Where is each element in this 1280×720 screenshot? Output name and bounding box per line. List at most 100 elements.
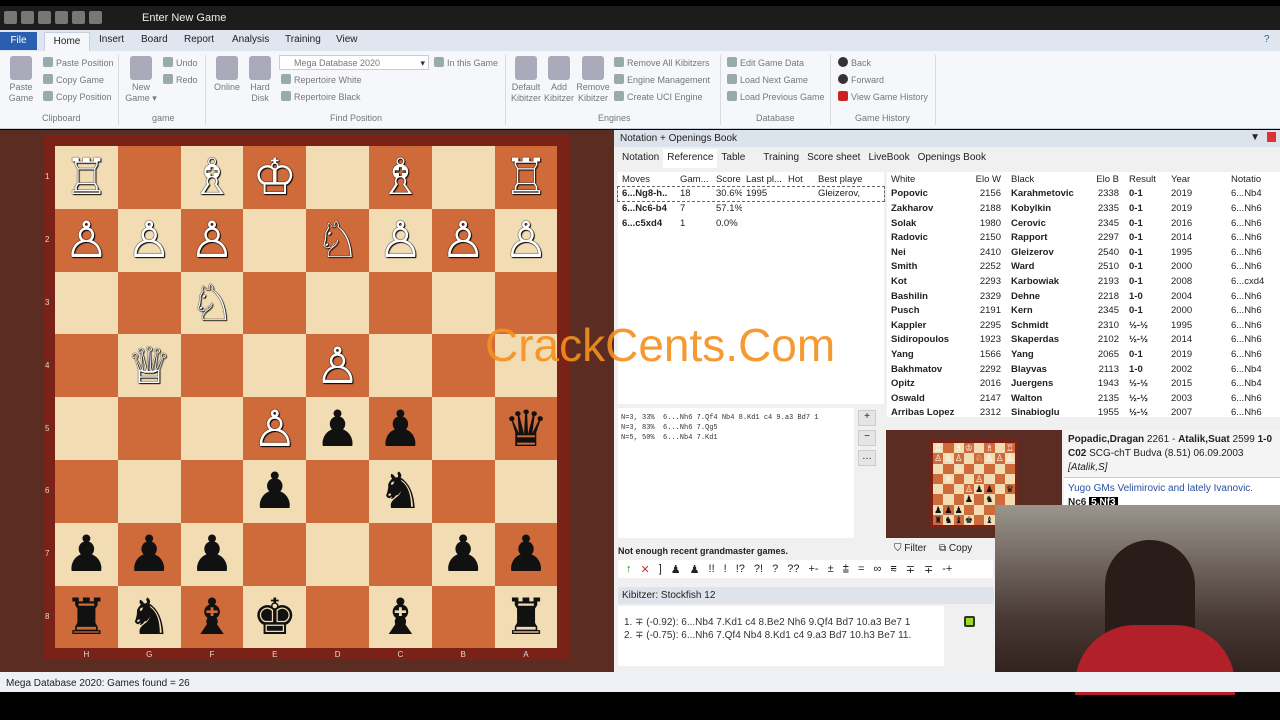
annotation-symbol-button[interactable]: ↑: [626, 563, 632, 575]
square-f8[interactable]: ♝ F: [180, 585, 244, 659]
black-pawn-icon[interactable]: ♟: [315, 404, 360, 454]
annotation-symbol-button[interactable]: ♟: [690, 563, 700, 576]
online-button[interactable]: Online: [211, 56, 243, 93]
close-icon[interactable]: [1267, 132, 1276, 142]
black-rook-icon[interactable]: ♜: [504, 592, 549, 642]
square-d5[interactable]: ♟: [306, 397, 369, 460]
white-bishop-icon[interactable]: ♗: [190, 152, 235, 202]
square-d3[interactable]: [306, 271, 369, 335]
column-header[interactable]: White: [887, 174, 967, 185]
annotation-symbol-button[interactable]: ]: [659, 563, 662, 575]
annotation-symbol-button[interactable]: ?!: [754, 563, 763, 575]
square-e8[interactable]: ♚ E: [243, 585, 307, 659]
square-c2[interactable]: ♙: [368, 208, 432, 272]
remove-all-kibitzers-button[interactable]: Remove All Kibitzers: [614, 57, 710, 68]
square-a1[interactable]: ♖: [494, 146, 558, 209]
square-b1[interactable]: [431, 146, 495, 209]
white-king-icon[interactable]: ♔: [252, 152, 297, 202]
square-h5[interactable]: 5: [45, 397, 118, 460]
annotation-symbol-button[interactable]: ?: [772, 563, 778, 575]
white-pawn-icon[interactable]: ♙: [378, 215, 423, 265]
black-pawn-icon[interactable]: ♟: [127, 529, 172, 579]
tab-reference[interactable]: Reference: [663, 149, 718, 168]
annotation-symbol-button[interactable]: !!: [709, 563, 715, 575]
table-row[interactable]: Bakhmatov 2292 Blayvas 2113 1-0 2002 6...Nb4: [887, 362, 1280, 377]
tab-score-sheet[interactable]: Score sheet: [803, 149, 864, 168]
column-header[interactable]: Last pl...: [742, 174, 784, 185]
view-game-history-button[interactable]: View Game History: [838, 91, 928, 102]
annotation-symbol-button[interactable]: ⩳: [890, 563, 896, 576]
column-header[interactable]: Elo B: [1087, 174, 1125, 185]
engine-status-icon[interactable]: [964, 616, 975, 627]
black-bishop-icon[interactable]: ♝: [190, 592, 235, 642]
table-row[interactable]: Kappler 2295 Schmidt 2310 ½-½ 1995 6...Nh6: [887, 318, 1280, 333]
white-pawn-icon[interactable]: ♙: [190, 215, 235, 265]
black-pawn-icon[interactable]: ♟: [190, 529, 235, 579]
undo-button[interactable]: Undo: [163, 57, 198, 68]
black-pawn-icon[interactable]: ♟: [441, 529, 486, 579]
table-row[interactable]: Popovic 2156 Karahmetovic 2338 0-1 2019 6...Nb…: [887, 187, 1280, 202]
square-e2[interactable]: [243, 208, 307, 272]
column-header[interactable]: Moves: [618, 174, 676, 185]
table-row[interactable]: Pusch 2191 Kern 2345 0-1 2000 6...Nh6: [887, 303, 1280, 318]
black-queen-icon[interactable]: ♛: [504, 404, 549, 454]
load-next-game-button[interactable]: Load Next Game: [727, 74, 808, 85]
black-knight-icon[interactable]: ♞: [378, 466, 423, 516]
repertoire-white-button[interactable]: Repertoire White: [281, 74, 362, 85]
table-row[interactable]: Sidiropoulos 1923 Skaperdas 2102 ½-½ 2014 6...…: [887, 333, 1280, 348]
quick-access-toolbar[interactable]: [4, 11, 102, 24]
white-knight-icon[interactable]: ♘: [315, 215, 360, 265]
tab-home[interactable]: Home: [44, 32, 90, 51]
square-d8[interactable]: D: [306, 585, 369, 659]
square-g2[interactable]: ♙: [117, 208, 181, 272]
table-row[interactable]: Arribas Lopez 2312 Sinabioglu 1955 ½-½ 2007 6.…: [887, 406, 1280, 417]
dropdown-icon[interactable]: ▼: [1250, 132, 1260, 143]
in-this-game-button[interactable]: In this Game: [434, 57, 498, 68]
table-row[interactable]: Opitz 2016 Juergens 1943 ½-½ 2015 6...Nb4: [887, 376, 1280, 391]
tab-view[interactable]: View: [336, 34, 358, 45]
square-b6[interactable]: [431, 459, 495, 523]
column-header[interactable]: Result: [1125, 174, 1167, 185]
square-f3[interactable]: ♘: [180, 271, 244, 335]
black-pawn-icon[interactable]: ♟: [64, 529, 109, 579]
white-pawn-icon[interactable]: ♙: [504, 215, 549, 265]
default-kibitzer-button[interactable]: Default Kibitzer: [509, 56, 543, 104]
zoom-out-icon[interactable]: −: [858, 430, 876, 446]
black-pawn-icon[interactable]: ♟: [378, 404, 423, 454]
hard-disk-button[interactable]: Hard Disk: [246, 56, 274, 104]
square-f1[interactable]: ♗: [180, 146, 244, 209]
annotation-symbol-button[interactable]: =: [858, 563, 864, 575]
chessboard[interactable]: ♖ 1 ♗ ♔ ♗ ♖ ♙ 2 ♙ ♙ ♘ ♙ ♙ ♙ 3 ♘ 4 ♕ ♙ 5 ♙ ♟ ♟ ♛ 6 ♟ ♞ ♟ 7 ♟ ♟ ♟ ♟ ♜ 8 H ♞ G ♝ F…: [44, 135, 569, 660]
white-pawn-icon[interactable]: ♙: [64, 215, 109, 265]
more-icon[interactable]: …: [858, 450, 876, 466]
square-d2[interactable]: ♘: [306, 208, 369, 272]
square-g8[interactable]: ♞ G: [117, 585, 181, 659]
paste-game-button[interactable]: Paste Game: [6, 56, 36, 104]
book-line[interactable]: N=3, 33% 6...Nh6 7.Qf4 Nb4 8.Kd1 c4 9.a3…: [621, 413, 851, 423]
square-e6[interactable]: ♟: [243, 459, 307, 523]
square-a8[interactable]: ♜ A: [494, 585, 558, 659]
square-g4[interactable]: ♕: [117, 334, 181, 398]
book-line[interactable]: N=5, 50% 6...Nb4 7.Kd1: [621, 433, 851, 443]
annotation-symbol-button[interactable]: ??: [787, 563, 799, 575]
table-row[interactable]: 6...c5xd4 1 0.0%: [618, 216, 884, 231]
column-header[interactable]: Hot: [784, 174, 814, 185]
book-line[interactable]: N=3, 83% 6...Nh6 7.Qg5: [621, 423, 851, 433]
black-pawn-icon[interactable]: ♟: [252, 466, 297, 516]
white-pawn-icon[interactable]: ♙: [315, 341, 360, 391]
square-f2[interactable]: ♙: [180, 208, 244, 272]
column-header[interactable]: Best playe: [814, 174, 864, 185]
tab-analysis[interactable]: Analysis: [232, 34, 269, 45]
tab-livebook[interactable]: LiveBook: [864, 149, 913, 168]
table-row[interactable]: Radovic 2150 Rapport 2297 0-1 2014 6...Nh6: [887, 230, 1280, 245]
square-c4[interactable]: [368, 334, 432, 398]
square-b7[interactable]: ♟: [431, 522, 495, 586]
paste-position-button[interactable]: Paste Position: [43, 57, 114, 68]
file-tab[interactable]: File: [0, 32, 37, 50]
column-header[interactable]: Elo W: [967, 174, 1007, 185]
edit-game-data-button[interactable]: Edit Game Data: [727, 57, 804, 68]
square-e3[interactable]: [243, 271, 307, 335]
annotation-symbol-button[interactable]: ∓: [906, 563, 915, 576]
column-header[interactable]: Black: [1007, 174, 1087, 185]
engine-line[interactable]: 1. ∓ (-0.92): 6...Nb4 7.Kd1 c4 8.Be2 Nh6…: [624, 616, 938, 629]
